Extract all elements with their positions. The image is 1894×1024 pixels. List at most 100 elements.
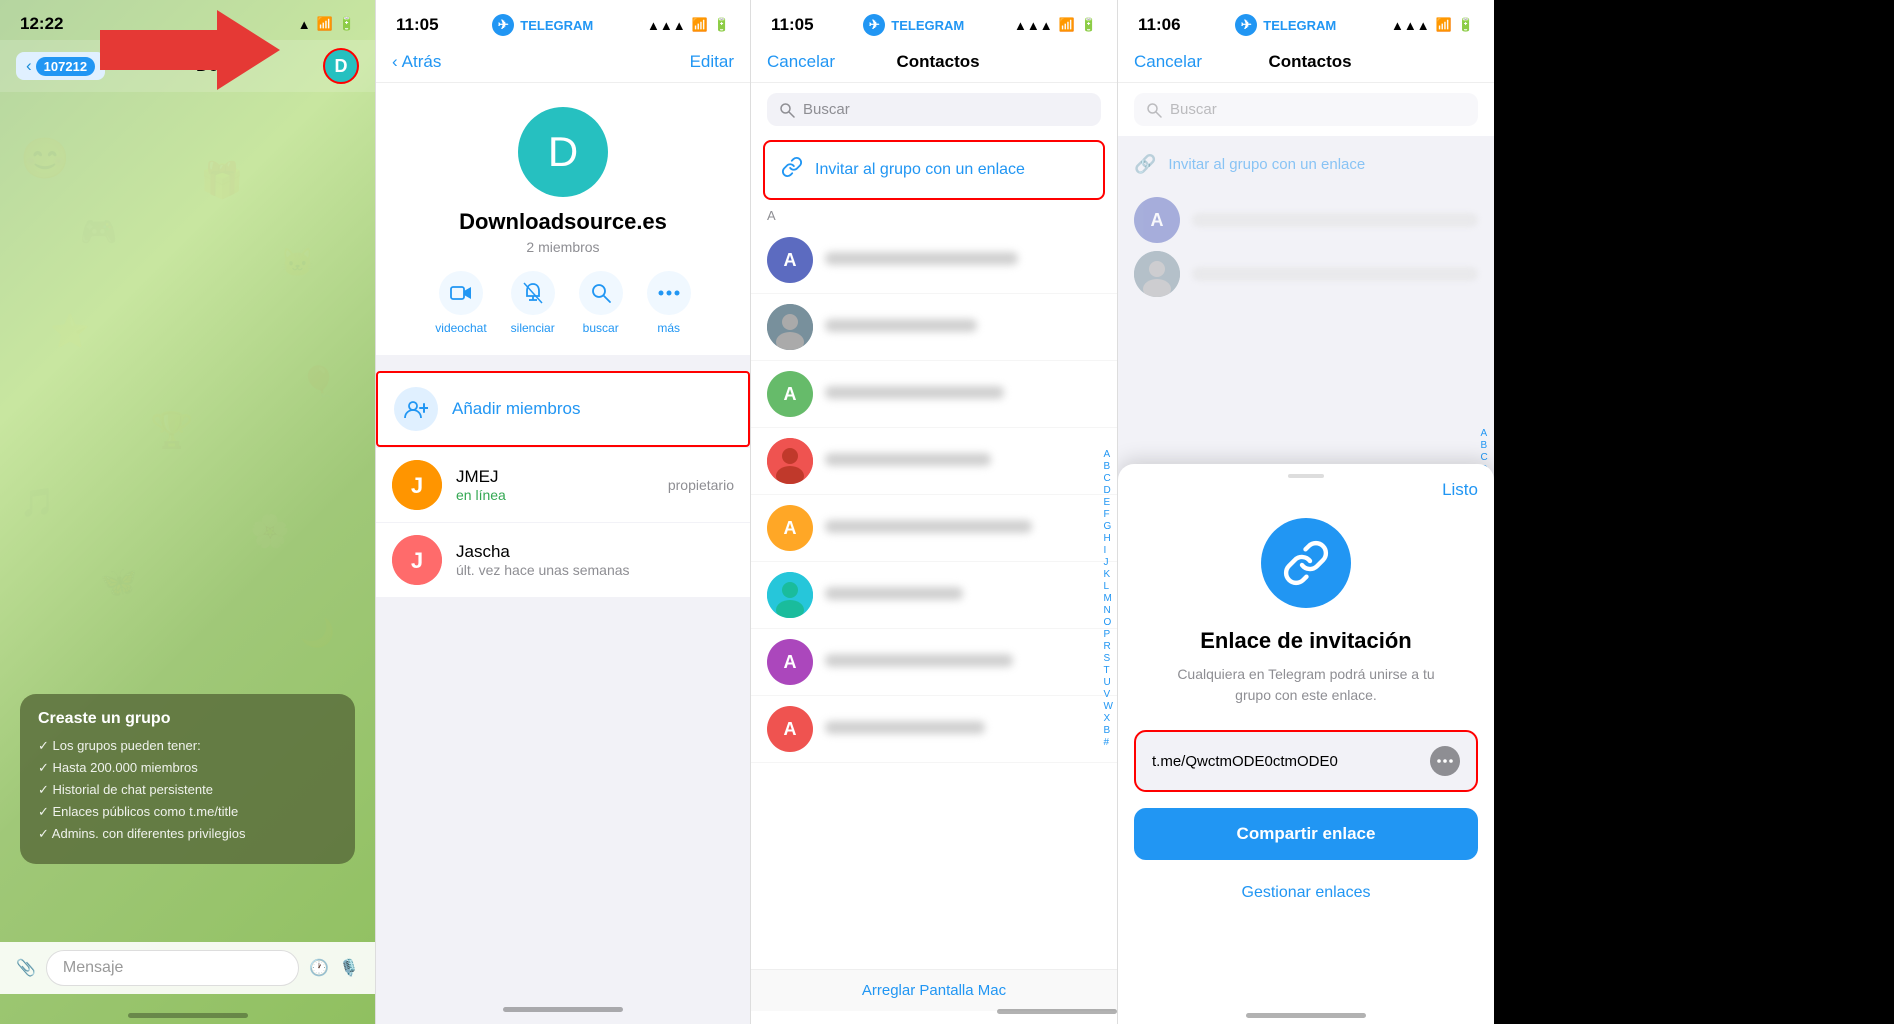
profile-section: D Downloadsource.es 2 miembros videochat… — [376, 83, 750, 363]
atras-label: Atrás — [402, 52, 442, 72]
svg-text:🏆: 🏆 — [150, 410, 194, 450]
share-link-button[interactable]: Compartir enlace — [1134, 808, 1478, 860]
svg-text:🎮: 🎮 — [80, 216, 117, 249]
member-row-1[interactable]: J JMEJ en línea propietario — [376, 447, 750, 522]
svg-text:🎈: 🎈 — [300, 363, 337, 399]
silenciar-button[interactable]: silenciar — [511, 271, 555, 335]
invite-link-icon — [1261, 518, 1351, 608]
cancel-button-3[interactable]: Cancelar — [767, 52, 835, 72]
videochat-button[interactable]: videochat — [435, 271, 486, 335]
home-indicator-1 — [128, 1013, 248, 1018]
contact-row-3-2[interactable] — [751, 294, 1117, 361]
contact-name-3-1 — [825, 252, 1101, 269]
nav-bar-2: ‹ Atrás Editar — [376, 42, 750, 83]
buscar-icon — [579, 271, 623, 315]
contact-name-3-7 — [825, 654, 1101, 671]
telegram-label-2: TELEGRAM — [520, 18, 593, 33]
nav-bar-4: Cancelar Contactos — [1118, 42, 1494, 83]
contact-name-3-4 — [825, 453, 1101, 470]
search-icon-3 — [779, 102, 795, 118]
attachment-icon[interactable]: 📎 — [16, 958, 36, 978]
info-item-3: Enlaces públicos como t.me/title — [38, 804, 337, 820]
telegram-label-3: TELEGRAM — [891, 18, 964, 33]
search-bar-3[interactable]: Buscar — [767, 93, 1101, 126]
contact-row-3-5[interactable]: A — [751, 495, 1117, 562]
cancel-button-4[interactable]: Cancelar — [1134, 52, 1202, 72]
videochat-icon — [439, 271, 483, 315]
svg-text:🦋: 🦋 — [100, 566, 137, 599]
group-avatar[interactable]: D — [518, 107, 608, 197]
contact-row-3-7[interactable]: A — [751, 629, 1117, 696]
search-icon-4 — [1146, 102, 1162, 118]
member-status-1: en línea — [456, 487, 654, 503]
mas-icon — [647, 271, 691, 315]
signal-4: ▲▲▲ — [1391, 18, 1430, 33]
contact-avatar-3-4 — [767, 438, 813, 484]
chevron-left-icon: ‹ — [26, 56, 32, 76]
message-input[interactable]: Mensaje — [46, 950, 299, 986]
contact-avatar-3-3: A — [767, 371, 813, 417]
modal-title: Enlace de invitación — [1200, 628, 1412, 654]
info-item-4: Admins. con diferentes privilegios — [38, 826, 337, 842]
time-1: 12:22 — [20, 14, 63, 34]
contact-name-3-2 — [825, 319, 1101, 336]
member-avatar-1: J — [392, 460, 442, 510]
avatar-button[interactable]: D — [323, 48, 359, 84]
contact-name-3-5 — [825, 520, 1101, 537]
signal-icon: ▲ — [298, 17, 311, 32]
message-input-bar: 📎 Mensaje 🕐 🎙️ — [0, 942, 375, 994]
contact-row-3-3[interactable]: A — [751, 361, 1117, 428]
alpha-index-3: A B C D E F G H I J K L M N O P R S T U … — [1104, 227, 1113, 969]
status-icons-2: ▲▲▲ 📶 🔋 — [647, 17, 730, 33]
contact-row-3-8[interactable]: A — [751, 696, 1117, 763]
contact-row-3-4[interactable] — [751, 428, 1117, 495]
info-subtitle: Los grupos pueden tener: — [38, 738, 337, 754]
status-bar-4: 11:06 ✈ TELEGRAM ▲▲▲ 📶 🔋 — [1118, 0, 1494, 42]
edit-button[interactable]: Editar — [690, 52, 734, 72]
contact-row-3-6[interactable] — [751, 562, 1117, 629]
screen-3: 11:05 ✈ TELEGRAM ▲▲▲ 📶 🔋 Cancelar Contac… — [750, 0, 1117, 1024]
signal-2: ▲▲▲ — [647, 18, 686, 33]
add-members-label: Añadir miembros — [452, 399, 581, 419]
manage-links-button[interactable]: Gestionar enlaces — [1234, 876, 1379, 910]
ellipsis-icon — [1437, 759, 1453, 763]
contacts-title-4: Contactos — [1268, 52, 1351, 72]
listo-button[interactable]: Listo — [1442, 480, 1478, 500]
add-members-row[interactable]: Añadir miembros — [376, 371, 750, 447]
atras-button[interactable]: ‹ Atrás — [392, 52, 441, 72]
member-row-2[interactable]: J Jascha últ. vez hace unas semanas — [376, 522, 750, 597]
modal-handle — [1288, 474, 1324, 478]
more-options-button[interactable] — [1430, 746, 1460, 776]
contact-avatar-3-8: A — [767, 706, 813, 752]
contact-avatar-3-5: A — [767, 505, 813, 551]
battery-4: 🔋 — [1458, 17, 1474, 33]
member-status-2: últ. vez hace unas semanas — [456, 562, 734, 578]
chain-icon — [1282, 539, 1330, 587]
alpha-header-3: A — [751, 204, 1117, 227]
search-placeholder-3: Buscar — [803, 101, 850, 118]
mic-icon[interactable]: 🎙️ — [339, 958, 359, 978]
contact-name-3-8 — [825, 721, 1101, 738]
arreglar-row[interactable]: Arreglar Pantalla Mac — [751, 969, 1117, 1011]
invite-link-box[interactable]: t.me/QwctmODE0ctmODE0 — [1134, 730, 1478, 792]
buscar-button[interactable]: buscar — [579, 271, 623, 335]
search-bar-4[interactable]: Buscar — [1134, 93, 1478, 126]
contact-row-3-1[interactable]: A — [751, 227, 1117, 294]
wifi-4: 📶 — [1436, 17, 1452, 33]
status-bar-2: 11:05 ✈ TELEGRAM ▲▲▲ 📶 🔋 — [376, 0, 750, 42]
nav-bar-3: Cancelar Contactos — [751, 42, 1117, 83]
back-button-1[interactable]: ‹ 107212 — [16, 52, 105, 80]
mas-button[interactable]: más — [647, 271, 691, 335]
invite-link-row-3[interactable]: Invitar al grupo con un enlace — [763, 140, 1105, 200]
time-3: 11:05 — [771, 15, 814, 35]
chat-body: 😊 🎮 🎁 🐱 ⭐ 🎈 🏆 🎵 🌸 🦋 🌙 Creaste un grupo L… — [0, 92, 375, 1024]
screen-4: 11:06 ✈ TELEGRAM ▲▲▲ 📶 🔋 Cancelar Contac… — [1117, 0, 1494, 1024]
contact-avatar-3-2 — [767, 304, 813, 350]
silenciar-icon — [511, 271, 555, 315]
contacts-title-3: Contactos — [896, 52, 979, 72]
invite-link-label-3: Invitar al grupo con un enlace — [815, 161, 1025, 179]
svg-text:⭐: ⭐ — [50, 313, 90, 349]
wifi-icon: 📶 — [317, 16, 333, 32]
invite-link-modal: Listo Enlace de invitación Cualquiera en… — [1118, 464, 1494, 1024]
member-name-1: JMEJ — [456, 467, 654, 487]
